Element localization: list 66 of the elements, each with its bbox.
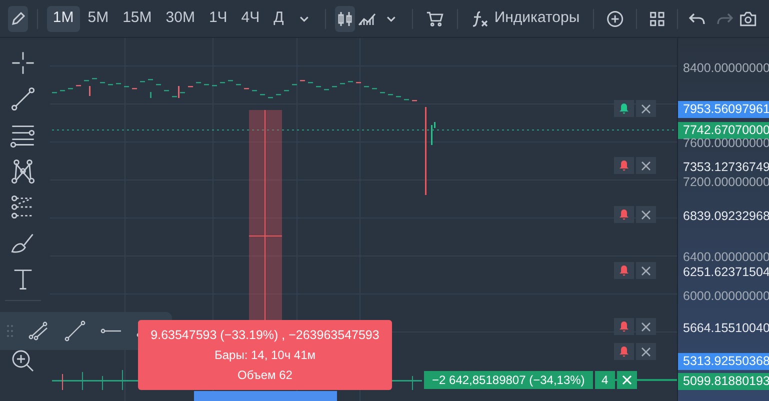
timeframe-tab[interactable]: 1M: [46, 6, 80, 32]
tooltip-text: Бары: 14, 10ч 41м: [214, 347, 316, 363]
bell-icon[interactable]: [619, 265, 629, 276]
bell-icon[interactable]: [619, 321, 629, 332]
price-label: 5099.81880193: [678, 373, 769, 390]
price-label: 7353.12736749: [682, 159, 769, 176]
price-label: 7200.00000000: [682, 174, 769, 191]
alert-button[interactable]: [614, 318, 634, 335]
price-label: 6400.00000000: [682, 249, 769, 266]
cart-icon[interactable]: [426, 10, 444, 28]
timeframe-tab[interactable]: 5M: [82, 6, 115, 32]
price-label: 6000.00000000: [682, 288, 769, 305]
close-alert-button[interactable]: [636, 343, 656, 360]
close-alert-button[interactable]: [636, 262, 656, 279]
close-alert-button[interactable]: [636, 157, 656, 174]
alert-button[interactable]: [614, 100, 634, 117]
alert-button[interactable]: [614, 206, 634, 223]
function-icon[interactable]: [471, 10, 490, 28]
price-label: 7742.67070000: [678, 122, 769, 139]
drag-handle-icon[interactable]: [6, 323, 14, 339]
pattern-icon[interactable]: [10, 158, 36, 184]
close-icon[interactable]: [641, 160, 651, 170]
tooltip-text: Объем 62: [238, 367, 292, 383]
price-label: 8400.00000000: [682, 60, 769, 77]
close-icon[interactable]: [641, 346, 651, 356]
pencil-button[interactable]: [8, 6, 28, 32]
alert-button[interactable]: [614, 157, 634, 174]
candlestick-button[interactable]: [335, 6, 356, 32]
tooltip-text: 9.63547593 (−33.19%) , −263963547593: [150, 327, 380, 343]
close-icon[interactable]: [641, 322, 651, 332]
close-alert-button[interactable]: [636, 318, 656, 335]
close-position-button[interactable]: [616, 371, 637, 389]
price-label: 5313.92550368: [678, 353, 769, 370]
trend-line-icon[interactable]: [10, 86, 36, 112]
add-icon[interactable]: [606, 8, 624, 28]
bell-icon[interactable]: [619, 103, 629, 114]
bell-icon[interactable]: [619, 209, 629, 220]
price-label: 7953.56097961: [678, 101, 769, 118]
close-alert-button[interactable]: [636, 100, 656, 117]
layout-grid-icon[interactable]: [648, 10, 665, 28]
timeframe-tab[interactable]: 4Ч: [235, 6, 266, 32]
alert-button[interactable]: [614, 343, 634, 360]
position-quantity: 4: [594, 371, 615, 389]
bell-icon[interactable]: [619, 160, 629, 171]
bell-icon[interactable]: [619, 346, 629, 357]
parallel-lines-icon[interactable]: [28, 320, 50, 342]
position-pnl: −2 642,85189807 (−34,13%): [424, 371, 593, 389]
timeframe-tab[interactable]: Д: [268, 6, 290, 32]
alert-button[interactable]: [614, 262, 634, 279]
price-label: 5664.15510040: [682, 320, 769, 337]
timeframe-tab[interactable]: 15M: [116, 6, 158, 32]
close-icon[interactable]: [641, 104, 651, 114]
trend-line-icon[interactable]: [64, 320, 86, 342]
price-label: 6839.09232968: [682, 208, 769, 225]
pencil-icon[interactable]: [10, 10, 26, 26]
indicators-button[interactable]: Индикаторы: [467, 6, 584, 32]
undo-icon[interactable]: [688, 10, 706, 26]
crosshair-icon[interactable]: [10, 50, 36, 76]
close-icon[interactable]: [641, 210, 651, 220]
close-icon[interactable]: [641, 266, 651, 276]
zoom-in-icon[interactable]: [11, 349, 35, 373]
close-alert-button[interactable]: [636, 206, 656, 223]
timeframe-tab[interactable]: 1Ч: [202, 6, 234, 32]
candlestick-icon[interactable]: [337, 10, 354, 26]
timeframe-tab[interactable]: 30M: [160, 6, 201, 32]
camera-icon[interactable]: [738, 10, 758, 28]
